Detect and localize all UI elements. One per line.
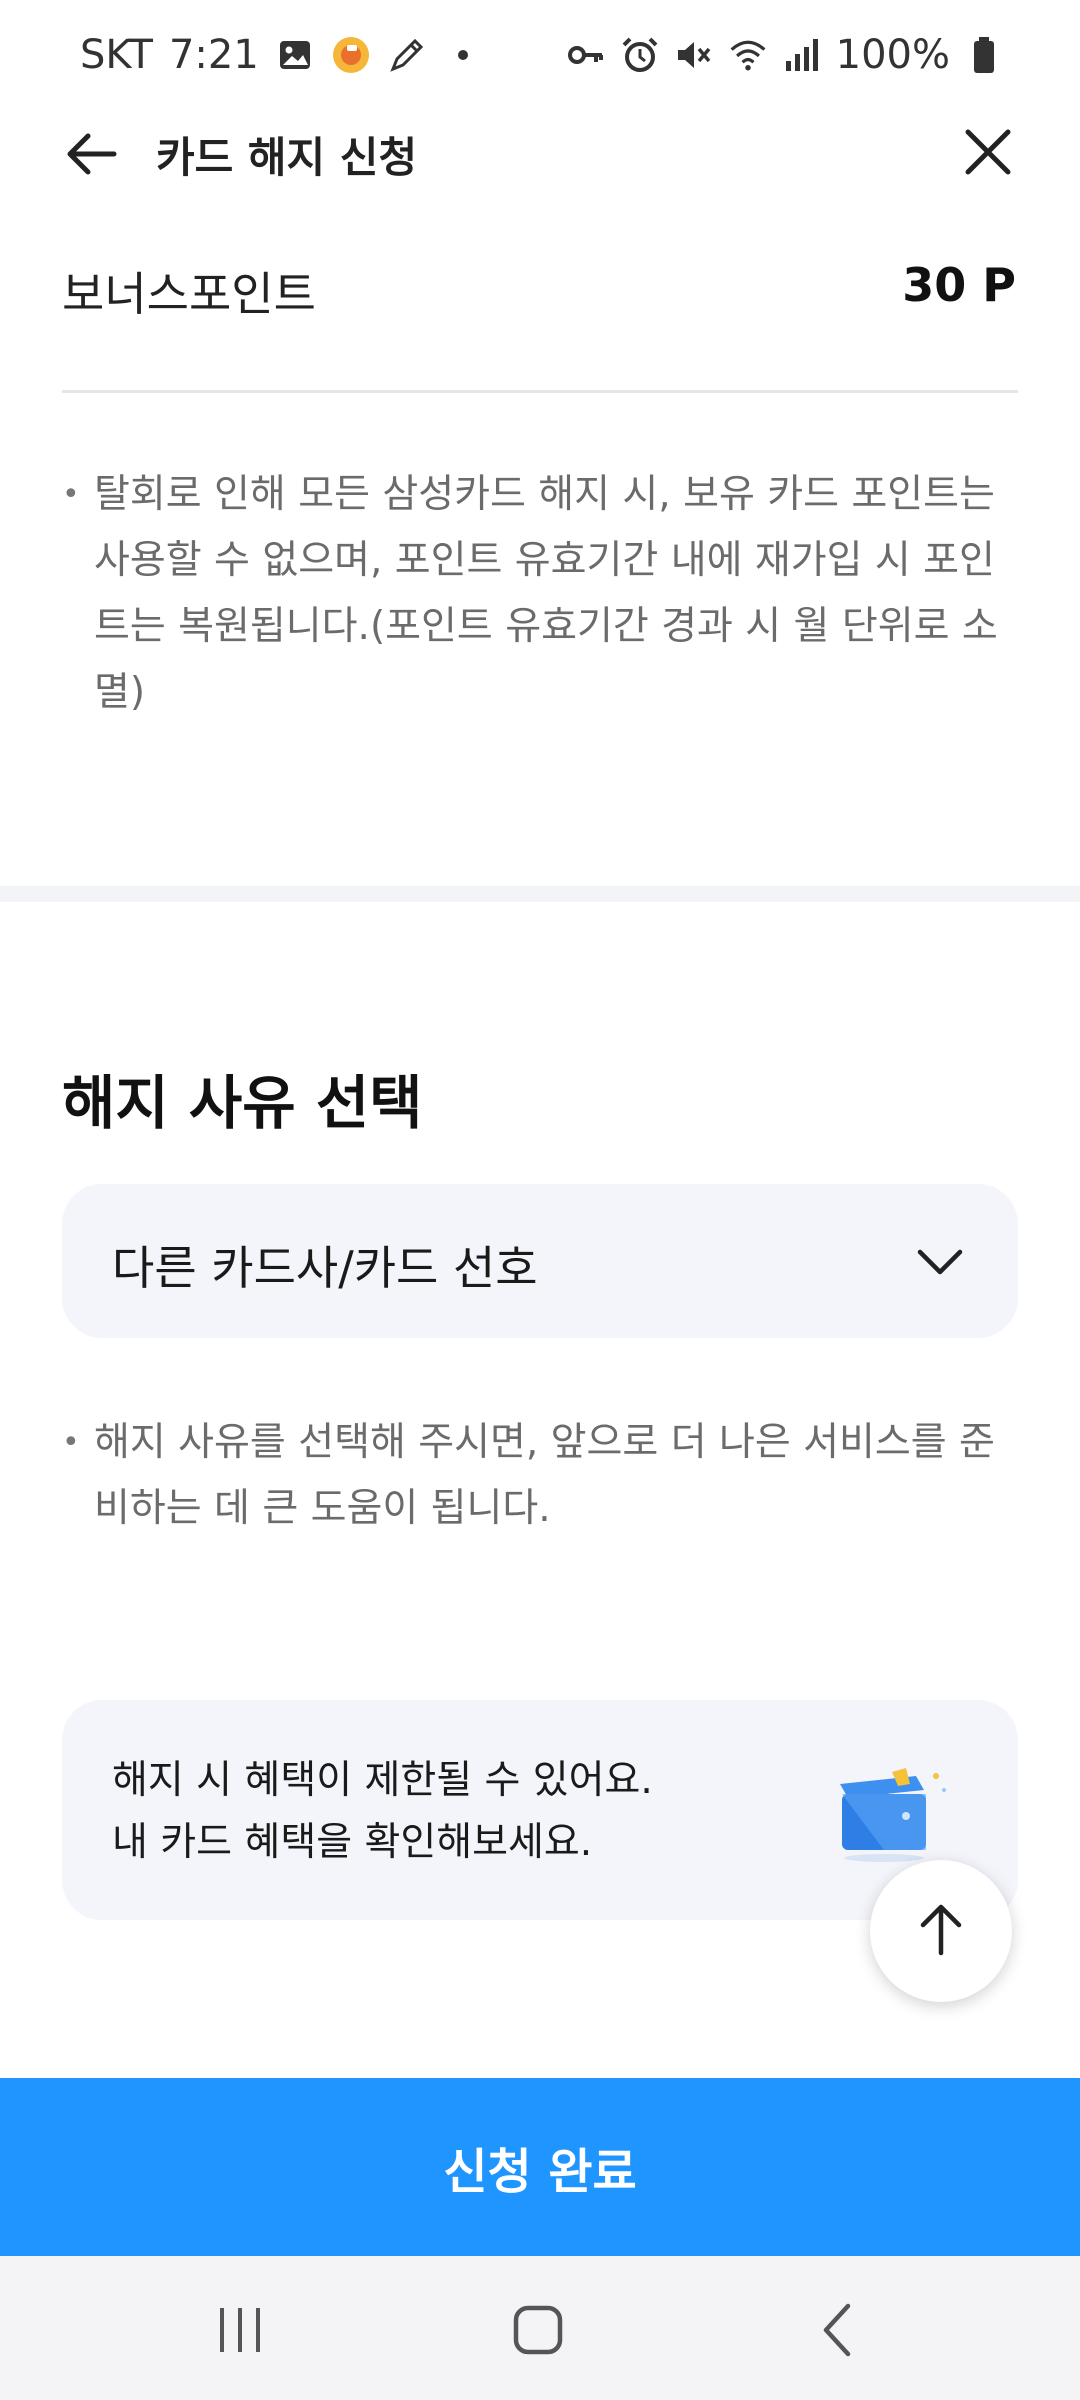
bullet: • (62, 477, 80, 512)
signal-icon (782, 35, 822, 75)
section-divider (0, 886, 1080, 902)
mute-icon (674, 35, 714, 75)
battery-percent: 100% (835, 32, 950, 78)
carrier: SKT (80, 32, 153, 78)
page-title: 카드 해지 신청 (156, 133, 418, 182)
vpn-key-icon (566, 35, 606, 75)
system-nav-bar (0, 2256, 1080, 2400)
benefit-line-1: 해지 시 혜택이 제한될 수 있어요. (112, 1758, 653, 1803)
status-right: 100% (566, 32, 1004, 78)
chevron-down-icon (914, 1236, 966, 1288)
clock: 7:21 (168, 32, 259, 78)
benefit-line-2: 내 카드 혜택을 확인해보세요. (112, 1820, 593, 1865)
back-icon[interactable] (62, 126, 122, 182)
pencil-icon (387, 35, 427, 75)
arrow-up-icon (911, 1899, 971, 1963)
card-box-icon (832, 1764, 952, 1864)
reason-notice-text: 해지 사유를 선택해 주시면, 앞으로 더 나은 서비스를 준비하는 데 큰 도… (94, 1420, 995, 1531)
points-notice-text: 탈회로 인해 모든 삼성카드 해지 시, 보유 카드 포인트는 사용할 수 없으… (94, 472, 998, 715)
reason-section-title: 해지 사유 선택 (62, 1069, 423, 1137)
app-notification-icon (331, 35, 371, 75)
close-icon[interactable] (960, 124, 1016, 180)
reason-selected-value: 다른 카드사/카드 선호 (112, 1241, 538, 1295)
home-icon[interactable] (506, 2298, 570, 2362)
bonus-points-label: 보너스포인트 (62, 267, 316, 321)
benefit-text: 해지 시 혜택이 제한될 수 있어요. 내 카드 혜택을 확인해보세요. (112, 1750, 653, 1874)
points-notice: • 탈회로 인해 모든 삼성카드 해지 시, 보유 카드 포인트는 사용할 수 … (62, 462, 1022, 726)
reason-notice: • 해지 사유를 선택해 주시면, 앞으로 더 나은 서비스를 준비하는 데 큰… (62, 1410, 1022, 1542)
submit-button[interactable]: 신청 완료 (0, 2078, 1080, 2256)
bullet: • (62, 1425, 80, 1460)
benefit-banner[interactable]: 해지 시 혜택이 제한될 수 있어요. 내 카드 혜택을 확인해보세요. (62, 1700, 1018, 1920)
status-left: SKT 7:21 (80, 32, 483, 78)
bonus-points-value: 30 P (902, 258, 1016, 312)
back-nav-icon[interactable] (808, 2298, 872, 2362)
scroll-to-top-button[interactable] (870, 1860, 1012, 2002)
wifi-icon (728, 35, 768, 75)
battery-icon (964, 35, 1004, 75)
alarm-icon (620, 35, 660, 75)
divider (62, 390, 1018, 393)
dot-icon (443, 35, 483, 75)
recent-apps-icon[interactable] (208, 2298, 272, 2362)
gallery-icon (275, 35, 315, 75)
reason-dropdown[interactable]: 다른 카드사/카드 선호 (62, 1184, 1018, 1338)
status-bar: SKT 7:21 100% (0, 0, 1080, 120)
